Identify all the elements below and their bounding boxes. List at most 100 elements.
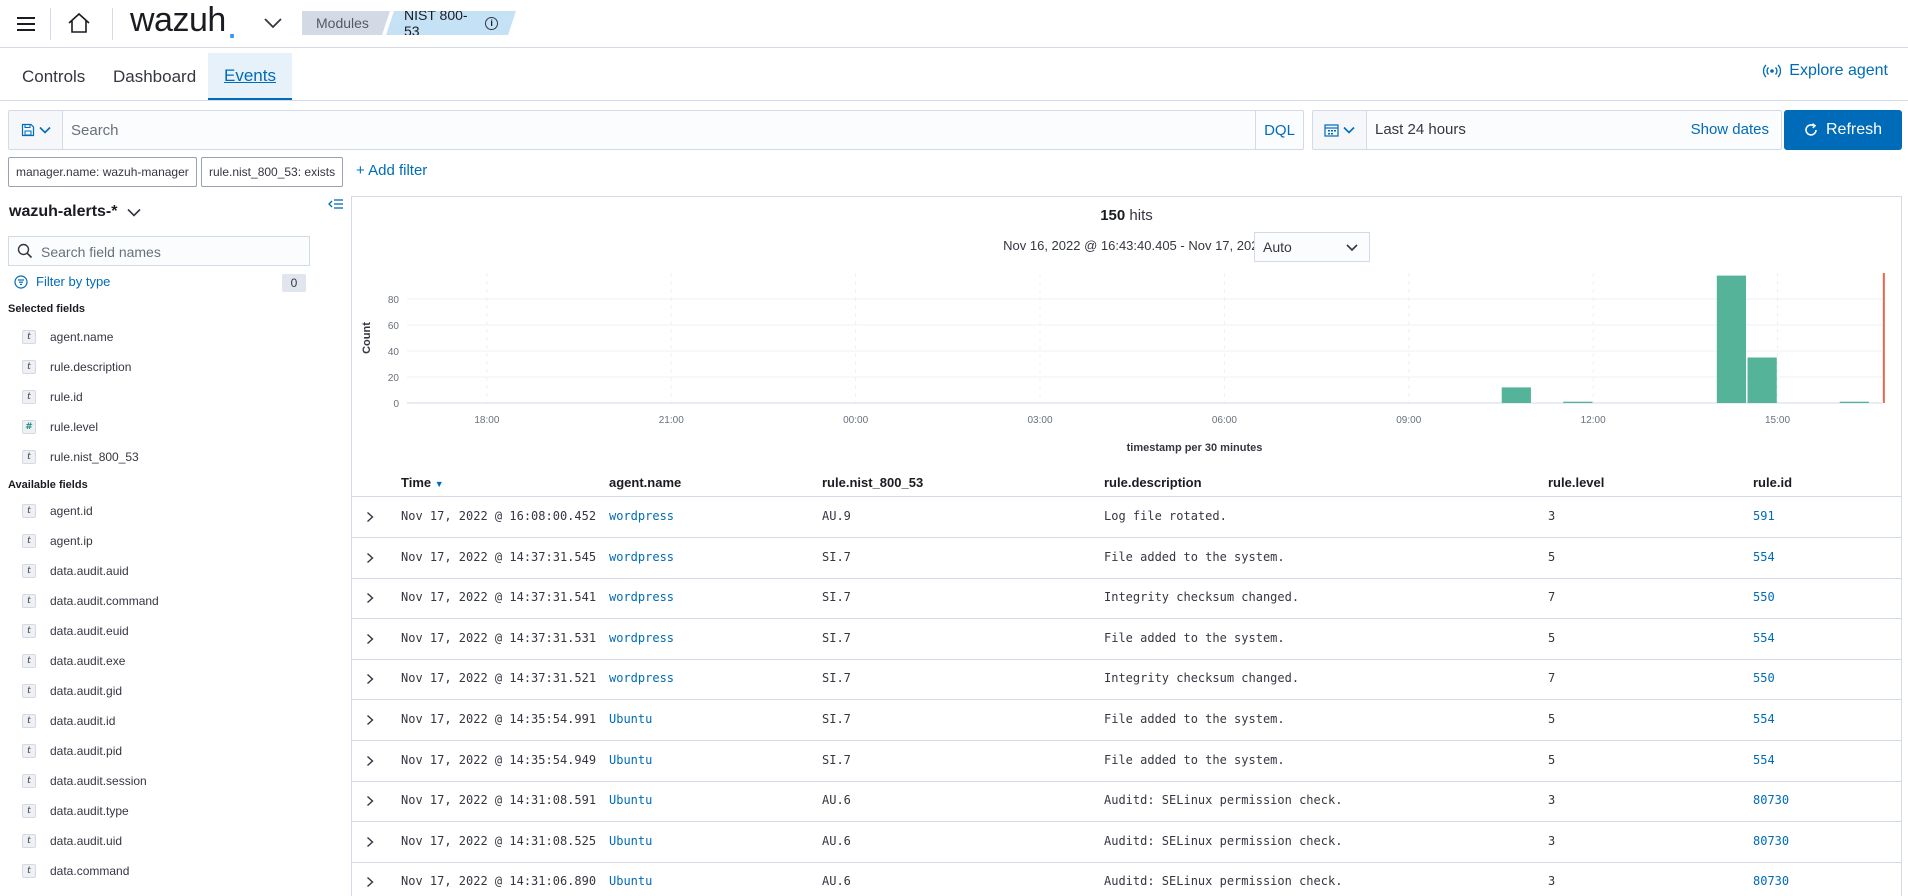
field-item[interactable]: t data.audit.euid bbox=[22, 620, 129, 642]
collapse-sidebar-button[interactable] bbox=[328, 198, 344, 217]
table-cell[interactable]: 554 bbox=[1753, 550, 1775, 564]
saved-queries-button[interactable] bbox=[9, 111, 63, 149]
field-item[interactable]: t data.audit.exe bbox=[22, 650, 125, 672]
field-item[interactable]: t rule.nist_800_53 bbox=[22, 446, 139, 468]
table-cell[interactable]: 554 bbox=[1753, 753, 1775, 767]
interval-select[interactable]: Auto bbox=[1254, 232, 1370, 262]
table-cell[interactable]: 554 bbox=[1753, 712, 1775, 726]
table-cell: Nov 17, 2022 @ 14:37:31.531 bbox=[401, 630, 597, 645]
histogram-bar bbox=[1563, 401, 1593, 403]
home-button[interactable] bbox=[64, 8, 94, 38]
table-cell[interactable]: 554 bbox=[1753, 631, 1775, 645]
selected-fields-heading: Selected fields bbox=[8, 303, 86, 315]
field-item[interactable]: t data.audit.type bbox=[22, 800, 129, 822]
expand-row-button[interactable] bbox=[362, 753, 378, 769]
column-header-time[interactable]: Time ▼ bbox=[401, 475, 444, 490]
expand-row-button[interactable] bbox=[362, 671, 378, 687]
field-item[interactable]: t data.command bbox=[22, 860, 129, 882]
table-cell[interactable]: wordpress bbox=[609, 509, 674, 523]
info-icon[interactable]: i bbox=[485, 17, 498, 30]
quick-date-menu-button[interactable] bbox=[1313, 111, 1367, 149]
explore-agent-button[interactable]: Explore agent bbox=[1763, 62, 1888, 80]
filter-pill-manager[interactable]: manager.name: wazuh-manager bbox=[8, 157, 197, 187]
interval-select-value: Auto bbox=[1263, 239, 1292, 255]
field-search-input[interactable] bbox=[41, 242, 301, 262]
table-cell[interactable]: wordpress bbox=[609, 631, 674, 645]
table-cell: Auditd: SELinux permission check. bbox=[1104, 793, 1343, 808]
filter-pill-nist[interactable]: rule.nist_800_53: exists bbox=[201, 157, 344, 187]
table-cell[interactable]: 550 bbox=[1753, 590, 1775, 604]
field-item[interactable]: # rule.level bbox=[22, 416, 98, 438]
field-item[interactable]: t data.audit.pid bbox=[22, 740, 122, 762]
string-type-icon: t bbox=[22, 360, 36, 374]
table-cell[interactable]: Ubuntu bbox=[609, 834, 652, 848]
search-input[interactable] bbox=[71, 119, 1171, 141]
table-cell[interactable]: 80730 bbox=[1753, 874, 1789, 888]
field-item[interactable]: t data.audit.uid bbox=[22, 830, 122, 852]
wazuh-logo[interactable]: wazuh. bbox=[130, 1, 237, 45]
field-item[interactable]: t agent.id bbox=[22, 500, 93, 522]
expand-row-button[interactable] bbox=[362, 631, 378, 647]
table-cell[interactable]: Ubuntu bbox=[609, 874, 652, 888]
column-header-description[interactable]: rule.description bbox=[1104, 475, 1202, 490]
table-cell: Integrity checksum changed. bbox=[1104, 671, 1300, 686]
filter-icon bbox=[14, 274, 28, 289]
field-item[interactable]: t data.audit.command bbox=[22, 590, 159, 612]
tab-dashboard[interactable]: Dashboard bbox=[97, 53, 212, 100]
table-cell[interactable]: Ubuntu bbox=[609, 712, 652, 726]
expand-row-button[interactable] bbox=[362, 712, 378, 728]
tab-events[interactable]: Events bbox=[208, 53, 292, 100]
field-item[interactable]: t data.audit.gid bbox=[22, 680, 122, 702]
table-cell[interactable]: 80730 bbox=[1753, 793, 1789, 807]
table-cell[interactable]: 80730 bbox=[1753, 834, 1789, 848]
column-header-agent-name[interactable]: agent.name bbox=[609, 475, 681, 490]
expand-row-button[interactable] bbox=[362, 874, 378, 890]
expand-row-button[interactable] bbox=[362, 509, 378, 525]
field-item[interactable]: t data.audit.auid bbox=[22, 560, 129, 582]
menu-button[interactable] bbox=[12, 10, 40, 38]
x-tick-label: 00:00 bbox=[843, 415, 868, 426]
expand-row-button[interactable] bbox=[362, 793, 378, 809]
tabs-bar: Controls Dashboard Events Explore agent bbox=[0, 48, 1908, 101]
field-item[interactable]: t data.audit.id bbox=[22, 710, 115, 732]
field-item[interactable]: t rule.description bbox=[22, 356, 131, 378]
string-type-icon: t bbox=[22, 594, 36, 608]
table-cell[interactable]: 591 bbox=[1753, 509, 1775, 523]
field-item[interactable]: t rule.id bbox=[22, 386, 83, 408]
table-row: Nov 17, 2022 @ 14:31:06.890 Ubuntu AU.6 Aud… bbox=[352, 862, 1901, 896]
column-header-level[interactable]: rule.level bbox=[1548, 475, 1604, 490]
table-header: Time ▼ agent.name rule.nist_800_53 rule.… bbox=[352, 467, 1901, 497]
table-cell[interactable]: wordpress bbox=[609, 590, 674, 604]
expand-row-button[interactable] bbox=[362, 834, 378, 850]
column-header-nist[interactable]: rule.nist_800_53 bbox=[822, 475, 923, 490]
table-cell[interactable]: Ubuntu bbox=[609, 793, 652, 807]
app-switcher-button[interactable] bbox=[260, 12, 286, 34]
expand-row-button[interactable] bbox=[362, 590, 378, 606]
table-cell[interactable]: wordpress bbox=[609, 550, 674, 564]
chevron-right-icon bbox=[367, 714, 374, 726]
column-header-rule-id[interactable]: rule.id bbox=[1753, 475, 1792, 490]
logo-text: wazuh bbox=[130, 1, 226, 39]
table-cell[interactable]: 550 bbox=[1753, 671, 1775, 685]
add-filter-button[interactable]: + Add filter bbox=[356, 162, 427, 179]
table-cell[interactable]: Ubuntu bbox=[609, 753, 652, 767]
field-item[interactable]: t data.audit.session bbox=[22, 770, 147, 792]
expand-row-button[interactable] bbox=[362, 550, 378, 566]
field-name: rule.id bbox=[50, 390, 83, 404]
time-range-label[interactable]: Last 24 hours bbox=[1375, 121, 1466, 138]
field-item[interactable]: t agent.name bbox=[22, 326, 113, 348]
show-dates-link[interactable]: Show dates bbox=[1691, 121, 1769, 138]
time-interval-text: Nov 16, 2022 @ 16:43:40.405 - Nov 17, 20… bbox=[1003, 238, 1362, 253]
table-cell: Nov 17, 2022 @ 14:31:08.525 bbox=[401, 833, 597, 848]
index-pattern-selector[interactable]: wazuh-alerts-* bbox=[9, 203, 142, 221]
tab-controls[interactable]: Controls bbox=[6, 53, 101, 100]
field-item[interactable]: t agent.ip bbox=[22, 530, 93, 552]
refresh-icon bbox=[1805, 123, 1817, 136]
filter-by-type-button[interactable]: Filter by type bbox=[14, 274, 110, 289]
breadcrumb-nist[interactable]: NIST 800-53 i bbox=[386, 11, 516, 35]
breadcrumb-modules[interactable]: Modules bbox=[302, 11, 390, 35]
table-cell[interactable]: wordpress bbox=[609, 671, 674, 685]
dql-language-button[interactable]: DQL bbox=[1255, 111, 1303, 149]
refresh-button[interactable]: Refresh bbox=[1784, 110, 1902, 150]
table-cell: AU.9 bbox=[822, 509, 851, 523]
